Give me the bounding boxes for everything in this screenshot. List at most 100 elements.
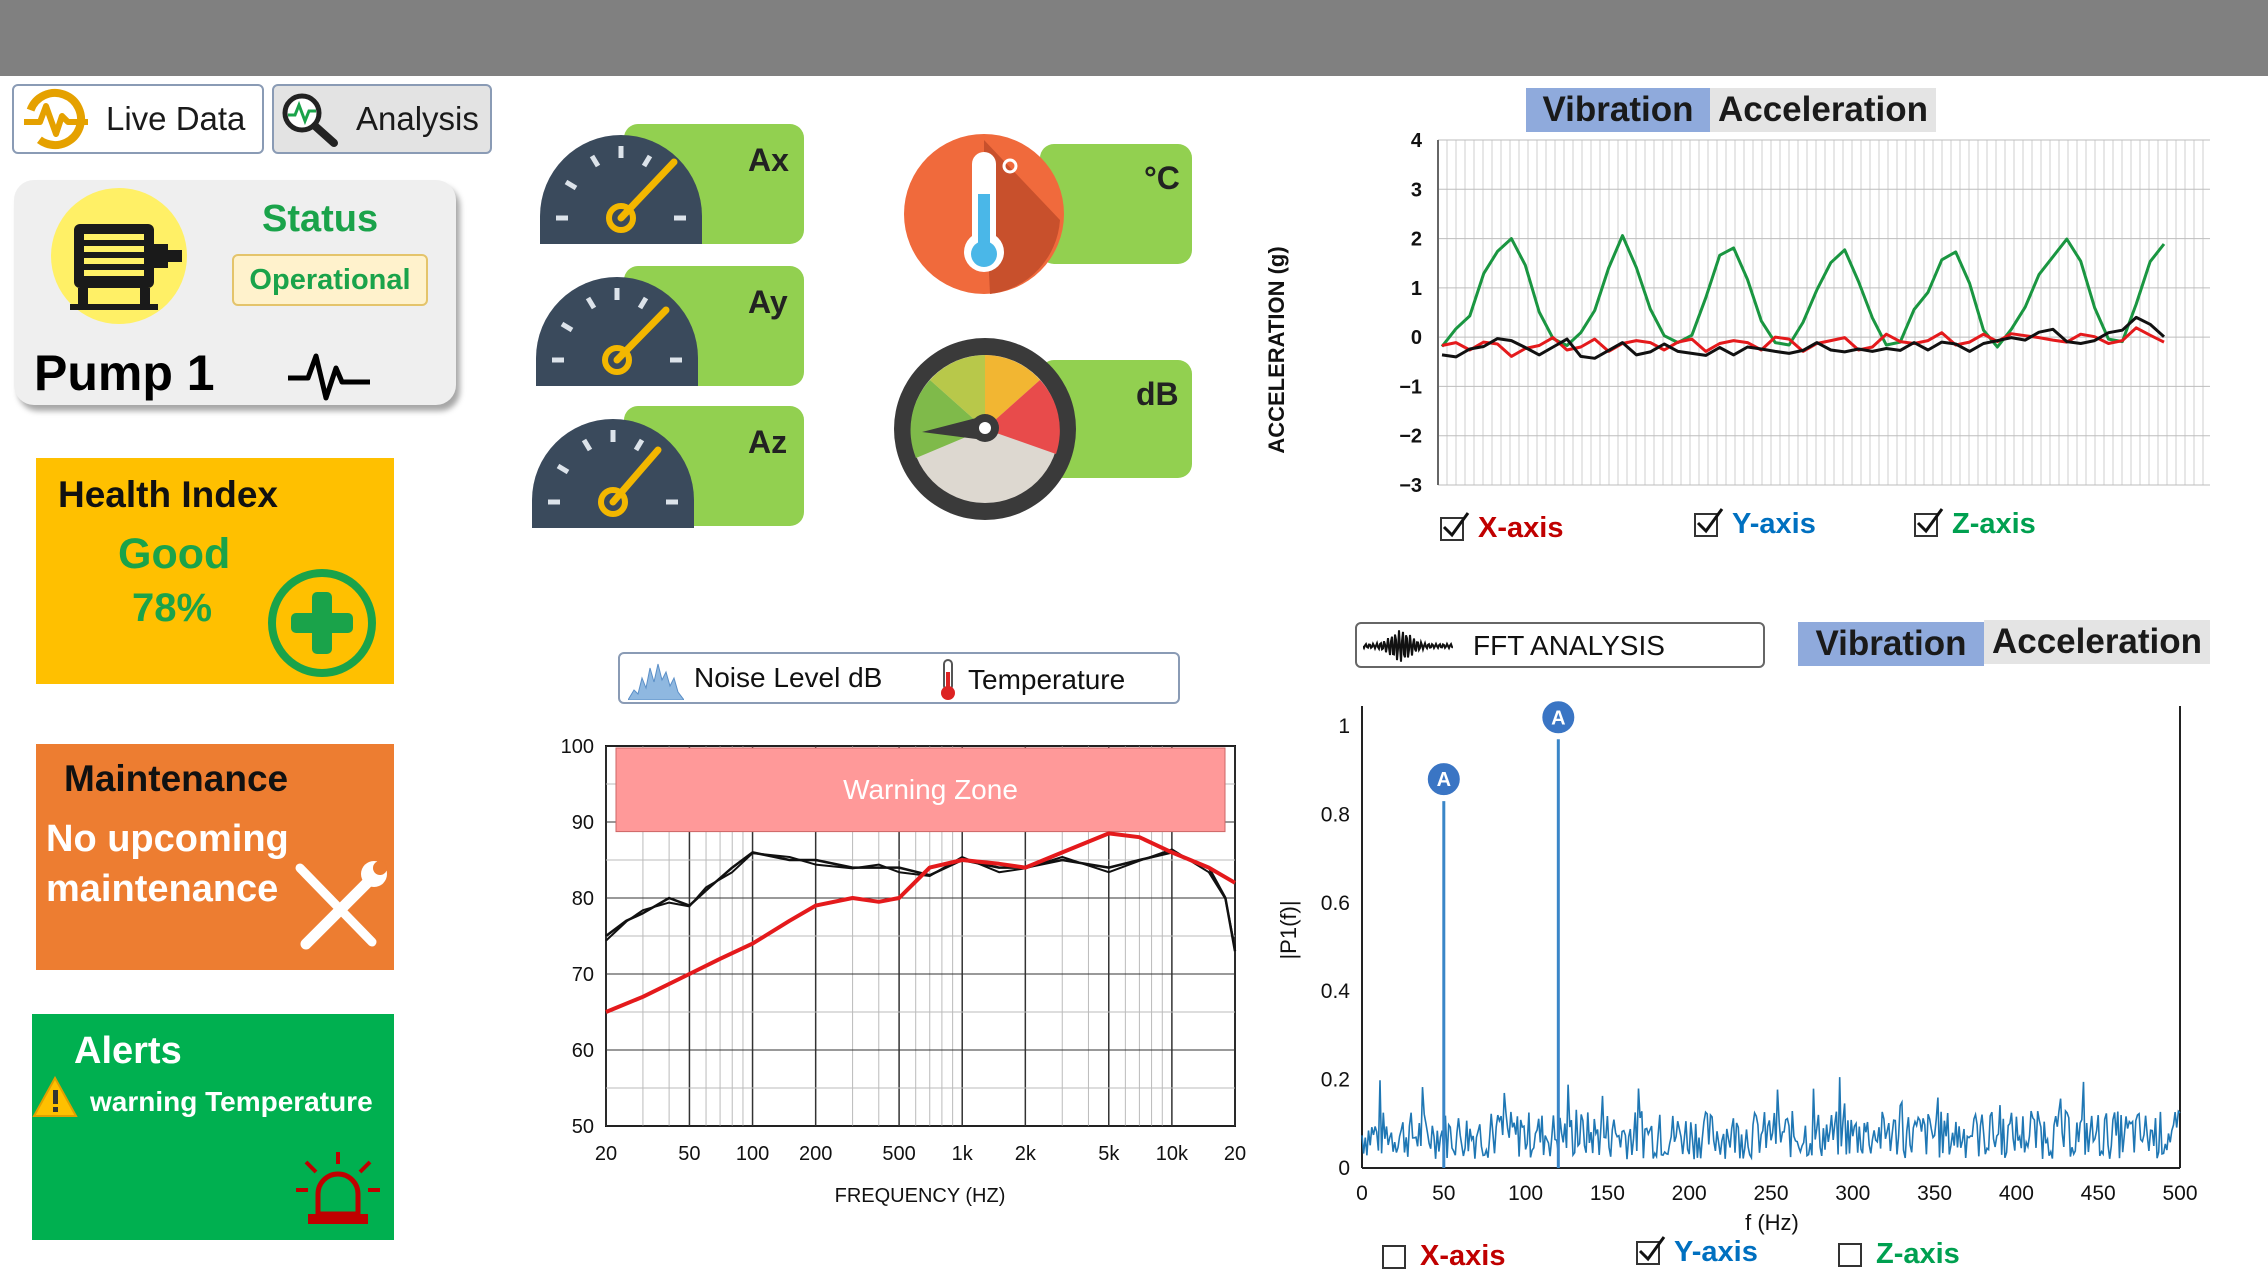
x-tick-label: 450 — [2081, 1182, 2116, 1205]
fft-z-axis-checkbox[interactable]: Z-axis — [1838, 1238, 1960, 1271]
fft-acceleration-tab[interactable]: Acceleration — [1984, 620, 2210, 664]
x-tick-label: 50 — [678, 1143, 700, 1165]
fft-y-axis-checkbox[interactable]: Y-axis — [1636, 1235, 1758, 1269]
warning-icon — [32, 1076, 78, 1117]
fft-vibration-tab[interactable]: Vibration — [1798, 622, 1984, 666]
heartbeat-icon — [288, 353, 370, 401]
temperature-legend-label: Temperature — [968, 664, 1126, 695]
plus-icon — [268, 569, 376, 677]
noise-chart: Warning Zone 20 50 100 200 500 1k 2k 5k 10k 20100… — [561, 736, 1247, 1207]
y-tick-label: 0.4 — [1321, 980, 1351, 1003]
x-tick-label: 200 — [1672, 1182, 1707, 1205]
fft-series-line — [1361, 1077, 2181, 1161]
magnifier-icon — [282, 93, 338, 147]
vib-z-axis-label: Z-axis — [1952, 508, 2036, 540]
ay-gauge-icon — [536, 277, 698, 386]
health-percent: 78% — [132, 586, 213, 630]
y-tick-label: 1 — [1338, 715, 1350, 738]
y-tick-label: −2 — [1399, 426, 1422, 448]
fft-x-axis-label: X-axis — [1420, 1240, 1506, 1272]
maintenance-card[interactable]: Maintenance No upcoming maintenance — [36, 744, 394, 970]
ax-label: Ax — [748, 142, 789, 178]
y-tick-label: 90 — [572, 812, 594, 834]
acceleration-tab[interactable]: Acceleration — [1710, 88, 1936, 132]
pump-name: Pump 1 — [34, 345, 215, 401]
vib-z-axis-checkbox[interactable]: Z-axis — [1914, 507, 2036, 541]
title-bar — [0, 0, 2268, 76]
health-index-card[interactable]: Health Index Good 78% — [36, 458, 394, 684]
thermometer-icon — [904, 134, 1064, 294]
y-tick-label: 2 — [1411, 229, 1422, 251]
x-tick-label: 20 — [595, 1143, 617, 1165]
y-tick-label: 3 — [1411, 179, 1422, 201]
x-tick-label: 150 — [1590, 1182, 1625, 1205]
x-tick-label: 1k — [952, 1143, 974, 1165]
fft-y-axis-label: Y-axis — [1674, 1236, 1758, 1268]
status-badge: Operational — [232, 254, 428, 306]
motor-icon — [51, 188, 187, 324]
x-tick-label: 50 — [1432, 1182, 1455, 1205]
vibration-y-axis-label: ACCELERATION (g) — [1264, 246, 1289, 453]
fft-z-axis-label: Z-axis — [1876, 1238, 1960, 1270]
decibel-gauge-icon — [894, 338, 1076, 520]
alerts-title: Alerts — [74, 1030, 182, 1072]
fft-y-axis-label: |P1(f)| — [1276, 900, 1301, 959]
y-tick-label: 0 — [1338, 1157, 1350, 1180]
y-tick-label: 0 — [1411, 327, 1422, 349]
x-tick-label: 100 — [1508, 1182, 1543, 1205]
az-gauge-icon — [532, 419, 694, 528]
x-tick-label: 350 — [1917, 1182, 1952, 1205]
alerts-card[interactable]: Alerts warning Temperature — [32, 1014, 394, 1240]
x-tick-label: 100 — [736, 1143, 769, 1165]
maintenance-line1: No upcoming — [46, 818, 289, 860]
x-tick-label: 200 — [799, 1143, 832, 1165]
vib-y-axis-checkbox[interactable]: Y-axis — [1694, 507, 1816, 541]
az-label: Az — [748, 424, 788, 460]
fft-x-axis-checkbox[interactable]: X-axis — [1382, 1240, 1505, 1273]
ax-gauge-icon — [540, 135, 702, 244]
y-tick-label: 0.2 — [1321, 1069, 1350, 1092]
live-data-button[interactable]: Live Data — [12, 84, 264, 154]
sound-wave-icon — [628, 663, 684, 700]
y-tick-label: 0.8 — [1321, 803, 1350, 826]
noise-x-axis-label: FREQUENCY (HZ) — [835, 1185, 1006, 1207]
y-tick-label: 70 — [572, 964, 594, 986]
fft-analysis-label: FFT ANALYSIS — [1473, 630, 1665, 661]
alerts-message: warning Temperature — [90, 1086, 373, 1117]
noise-legend[interactable]: Noise Level dB Temperature — [618, 652, 1180, 704]
thermometer-small-icon — [941, 659, 955, 700]
x-tick-label: 5k — [1098, 1143, 1120, 1165]
live-data-label: Live Data — [106, 100, 246, 137]
peak-label: A — [1437, 769, 1451, 791]
warning-zone-label: Warning Zone — [843, 774, 1018, 805]
tools-icon — [295, 861, 387, 950]
x-tick-label: 2k — [1015, 1143, 1037, 1165]
x-tick-label: 300 — [1835, 1182, 1870, 1205]
checkbox-checked-icon — [1440, 511, 1470, 541]
y-tick-label: −3 — [1399, 475, 1422, 497]
x-tick-label: 20 — [1224, 1143, 1246, 1165]
analysis-button[interactable]: Analysis — [272, 84, 492, 154]
checkbox-checked-icon — [1694, 507, 1724, 537]
vib-x-axis-label: X-axis — [1478, 512, 1564, 544]
x-tick-label: 0 — [1356, 1182, 1368, 1205]
vibration-tab[interactable]: Vibration — [1526, 88, 1710, 132]
vib-y-axis-label: Y-axis — [1732, 508, 1816, 540]
x-tick-label: 250 — [1753, 1182, 1788, 1205]
checkbox-empty-icon — [1382, 1244, 1406, 1269]
peak-label: A — [1551, 707, 1565, 729]
temperature-unit: °C — [1144, 160, 1180, 196]
y-tick-label: 50 — [572, 1116, 594, 1138]
vib-x-axis-checkbox[interactable]: X-axis — [1440, 511, 1564, 545]
vibration-chart: 4 3 2 1 0 −1 −2 −3 ACCELERATION (g) — [1264, 130, 2210, 497]
y-tick-label: 60 — [572, 1040, 594, 1062]
y-tick-label: −1 — [1399, 376, 1422, 398]
fft-analysis-button[interactable]: FFT ANALYSIS — [1355, 622, 1765, 668]
health-title: Health Index — [58, 474, 278, 515]
ay-label: Ay — [748, 284, 788, 320]
live-data-icon — [24, 89, 88, 149]
y-tick-label: 100 — [561, 736, 594, 758]
y-tick-label: 0.6 — [1321, 892, 1350, 915]
waveform-icon — [1363, 630, 1453, 662]
alarm-light-icon — [296, 1152, 380, 1224]
